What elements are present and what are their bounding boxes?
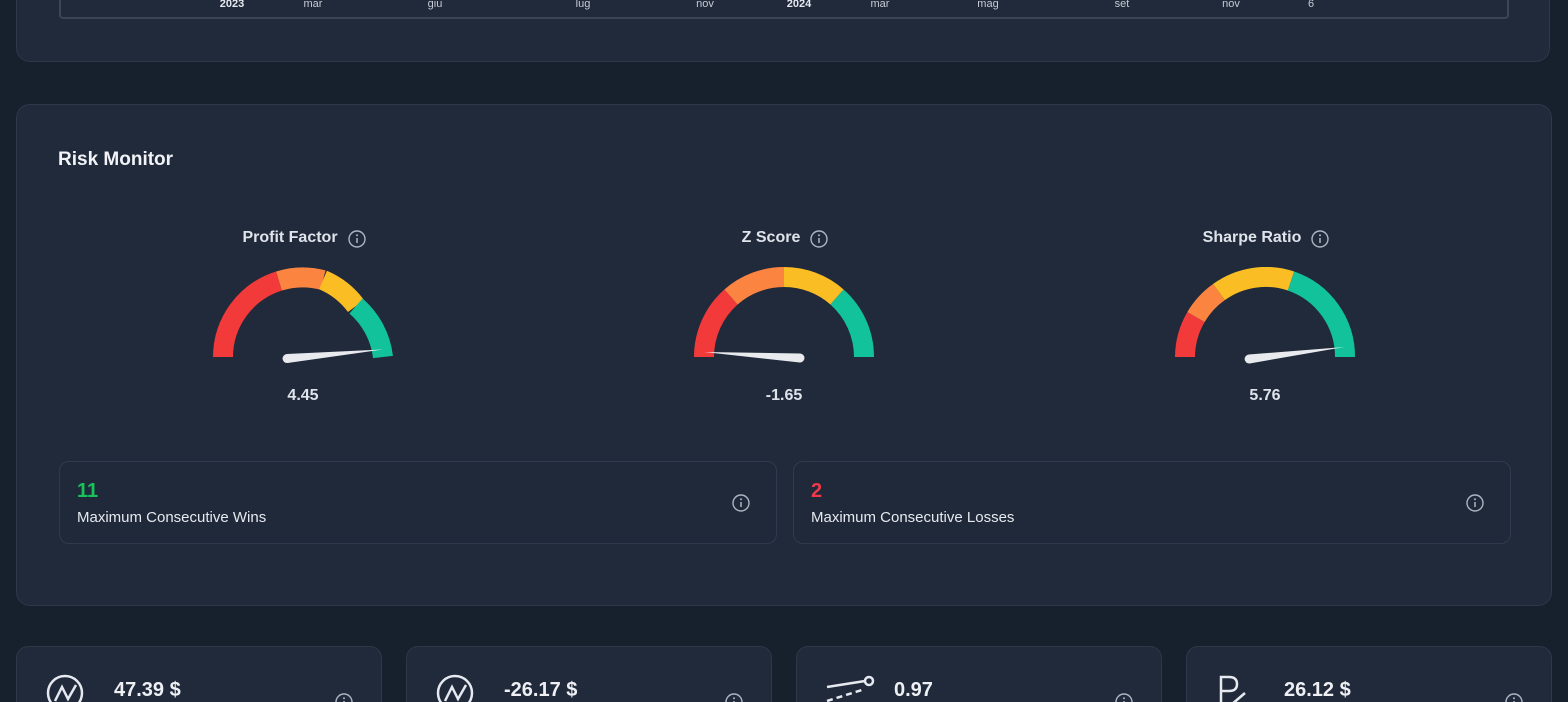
stat-value: 0.97 xyxy=(894,679,933,701)
trend-line-icon xyxy=(825,673,877,702)
average-loss-card: -26.17 $ xyxy=(406,646,772,702)
average-win-icon xyxy=(45,673,85,702)
x-tick-label: 6 xyxy=(1307,0,1315,10)
needle-blade xyxy=(286,349,383,363)
equity-chart-frame: 2023 mar giu lug nov 2024 mar mag set no… xyxy=(59,0,1509,19)
max-consecutive-wins-box: 11 Maximum Consecutive Wins xyxy=(59,461,777,544)
info-icon[interactable] xyxy=(810,230,829,248)
info-icon[interactable] xyxy=(732,494,750,517)
max-consecutive-losses-label: Maximum Consecutive Losses xyxy=(811,509,1015,526)
gauge-needle xyxy=(1244,346,1345,364)
gauge-label: Z Score xyxy=(741,229,801,246)
x-tick-label: nov xyxy=(696,0,714,10)
risk-monitor-title: Risk Monitor xyxy=(58,149,174,170)
payoff-card: 26.12 $ xyxy=(1186,646,1552,702)
info-icon[interactable] xyxy=(1115,693,1133,702)
x-tick-label: giu xyxy=(427,0,443,10)
average-win-card: 47.39 $ xyxy=(16,646,382,702)
info-icon[interactable] xyxy=(335,693,353,702)
needle-cap xyxy=(795,353,805,363)
needle-cap xyxy=(1244,354,1254,364)
stat-value: 47.39 $ xyxy=(114,679,181,701)
x-tick-label: nov xyxy=(1222,0,1240,10)
gauge-dial xyxy=(213,267,393,364)
gauge-dial xyxy=(693,267,875,363)
gauge-label: Profit Factor xyxy=(242,229,338,246)
gauge-value: -1.65 xyxy=(765,387,803,404)
gauge-dial xyxy=(1175,267,1356,364)
info-icon[interactable] xyxy=(725,693,743,702)
x-tick-label: mar xyxy=(303,0,323,10)
info-icon[interactable] xyxy=(347,230,366,248)
gauge-value: 5.76 xyxy=(1249,387,1281,404)
trend-card: 0.97 xyxy=(796,646,1162,702)
needle-cap xyxy=(282,354,292,364)
risk-monitor-card: Risk Monitor Profit Factor 4.45 Z Score xyxy=(16,104,1552,606)
info-icon[interactable] xyxy=(1505,693,1523,702)
sharpe-ratio-gauge: Sharpe Ratio 5.76 xyxy=(1115,225,1415,415)
payoff-icon xyxy=(1215,673,1255,702)
x-tick-label: mag xyxy=(977,0,999,10)
needle-blade xyxy=(704,351,801,363)
info-icon[interactable] xyxy=(1311,230,1330,248)
x-tick-label: lug xyxy=(575,0,591,10)
average-loss-icon xyxy=(435,673,475,702)
gauge-needle xyxy=(704,351,805,363)
max-consecutive-losses-value: 2 xyxy=(811,480,823,502)
stat-value: -26.17 $ xyxy=(504,679,578,701)
gauge-value: 4.45 xyxy=(287,387,319,404)
profit-factor-gauge: Profit Factor 4.45 xyxy=(153,225,453,415)
max-consecutive-wins-value: 11 xyxy=(77,480,99,502)
x-tick-label: set xyxy=(1114,0,1130,10)
info-icon[interactable] xyxy=(1466,494,1484,517)
gauge-needle xyxy=(282,349,383,364)
z-score-gauge: Z Score -1.65 xyxy=(634,225,934,415)
dashboard-page: 2023 mar giu lug nov 2024 mar mag set no… xyxy=(0,0,1568,702)
gauge-label: Sharpe Ratio xyxy=(1202,229,1302,246)
needle-blade xyxy=(1248,346,1345,364)
x-tick-label: 2023 xyxy=(219,0,245,10)
max-consecutive-wins-label: Maximum Consecutive Wins xyxy=(77,509,267,526)
equity-chart-card: 2023 mar giu lug nov 2024 mar mag set no… xyxy=(16,0,1550,62)
x-tick-label: 2024 xyxy=(786,0,812,10)
x-tick-label: mar xyxy=(870,0,890,10)
stat-value: 26.12 $ xyxy=(1284,679,1351,701)
max-consecutive-losses-box: 2 Maximum Consecutive Losses xyxy=(793,461,1511,544)
